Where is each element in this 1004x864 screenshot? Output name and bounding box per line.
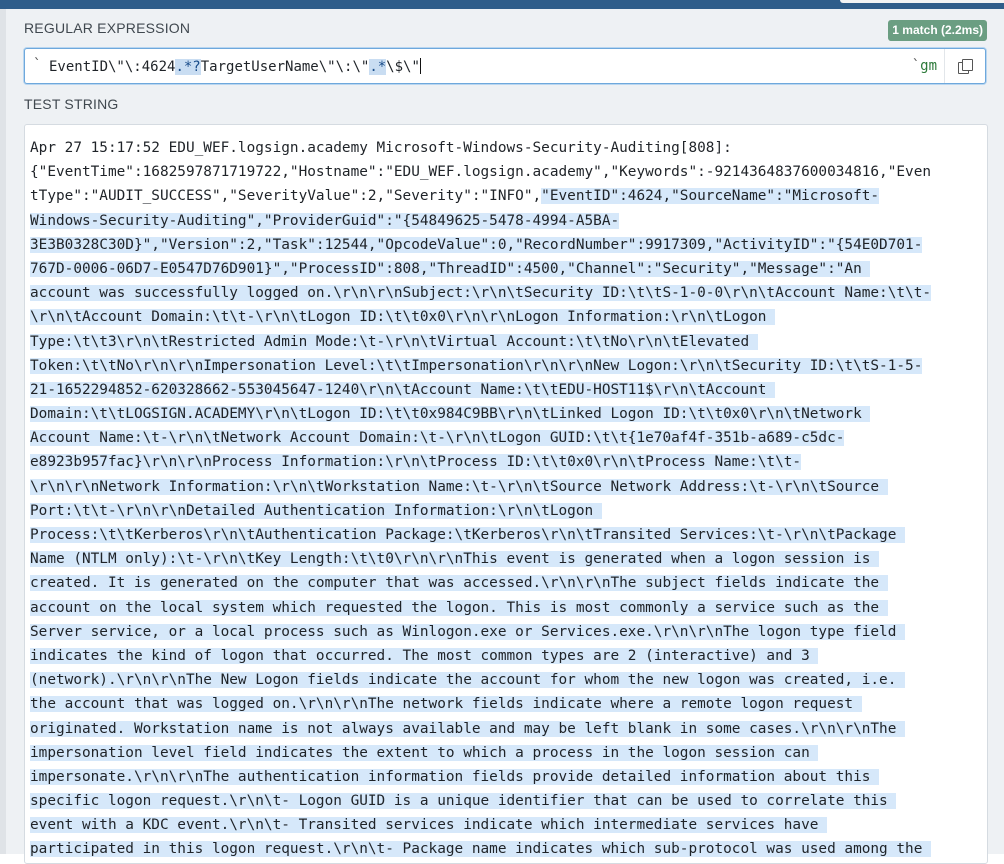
regex-match-highlight: Domain:\t\tLOGSIGN.ACADEMY\r\n\tLogon ID… xyxy=(30,406,871,423)
regex-match-highlight: Windows-Security-Auditing","ProviderGuid… xyxy=(30,212,620,229)
test-string-line: specific logon request.\r\n\t- Logon GUI… xyxy=(30,789,985,813)
regex-match-highlight: Name (NTLM only):\t-\r\n\tKey Length:\t\… xyxy=(30,551,880,568)
test-string-text: tType":"AUDIT_SUCCESS","SeverityValue":2… xyxy=(30,188,542,205)
test-string-line: e8923b957fac}\r\n\r\nProcess Information… xyxy=(30,450,985,474)
test-string-line: the account that was logged on.\r\n\r\nT… xyxy=(30,692,985,716)
regex-quantifier-token: .* xyxy=(369,59,387,75)
test-string-line: created. It is generated on the computer… xyxy=(30,571,985,595)
test-string-line: Windows-Security-Auditing","ProviderGuid… xyxy=(30,209,985,233)
test-string-line: \r\n\tAccount Domain:\t\t-\r\n\tLogon ID… xyxy=(30,305,985,329)
regex-match-highlight: Type:\t\t3\r\n\tRestricted Admin Mode:\t… xyxy=(30,333,758,350)
test-string-line: Process:\t\tKerberos\r\n\tAuthentication… xyxy=(30,523,985,547)
match-info-badge[interactable]: 1 match (2.2ms) xyxy=(888,20,987,41)
test-string-line: Token:\t\tNo\r\n\r\nImpersonation Level:… xyxy=(30,354,985,378)
regex-match-highlight: the account that was logged on.\r\n\r\nT… xyxy=(30,696,862,713)
test-string-line: participated in this logon request.\r\n\… xyxy=(30,837,985,861)
test-string-line: account was successfully logged on.\r\n\… xyxy=(30,281,985,305)
test-string-line: account on the local system which reques… xyxy=(30,596,985,620)
regex-pattern-text[interactable]: EventID\"\:4624.*?TargetUserName\"\:\".*… xyxy=(49,58,421,75)
regex-match-highlight: participated in this logon request.\r\n\… xyxy=(30,841,932,858)
text-caret xyxy=(419,58,421,74)
regex-literal-token: \$\" xyxy=(386,59,420,75)
copy-icon xyxy=(958,59,973,74)
regex-match-highlight: Server service, or a local process such … xyxy=(30,623,906,640)
test-string-line: 21-1652294852-620328662-553045647-1240\r… xyxy=(30,378,985,402)
test-string-line: {"EventTime":1682597871719722,"Hostname"… xyxy=(30,160,985,184)
regex-match-highlight: 3E3B0328C30D}","Version":2,"Task":12544,… xyxy=(30,236,923,253)
regex-match-highlight: "EventID":4624,"SourceName":"Microsoft- xyxy=(541,188,880,205)
regex-match-highlight: indicates the kind of logon that occurre… xyxy=(30,647,819,664)
top-bar-tab[interactable] xyxy=(840,0,1004,3)
test-string-line: 3E3B0328C30D}","Version":2,"Task":12544,… xyxy=(30,233,985,257)
regex-match-highlight: event with a KDC event.\r\n\t- Transited… xyxy=(30,817,828,834)
test-string-content[interactable]: Apr 27 15:17:52 EDU_WEF.logsign.academy … xyxy=(30,136,985,862)
regex-input[interactable]: ` EventID\"\:4624.*?TargetUserName\"\:\"… xyxy=(24,48,986,84)
regex-match-highlight: Port:\t\t-\r\n\r\nDetailed Authenticatio… xyxy=(30,502,602,519)
copy-regex-button[interactable] xyxy=(944,49,985,83)
test-string-line: Type:\t\t3\r\n\tRestricted Admin Mode:\t… xyxy=(30,330,985,354)
regex-match-highlight: e8923b957fac}\r\n\r\nProcess Information… xyxy=(30,454,802,471)
regex-literal-token: TargetUserName\"\:\" xyxy=(200,59,370,75)
test-string-line: tType":"AUDIT_SUCCESS","SeverityValue":2… xyxy=(30,184,985,208)
regex-match-highlight: \r\n\r\nNetwork Information:\r\n\tWorkst… xyxy=(30,478,888,495)
regex-match-highlight: 767D-0006-06D7-E0547D76D901}","ProcessID… xyxy=(30,260,871,277)
top-navigation-bar xyxy=(0,0,1004,9)
regex-literal-token: EventID\"\:4624 xyxy=(49,59,176,75)
test-string-line: impersonation level field indicates the … xyxy=(30,741,985,765)
regex-section-label: REGULAR EXPRESSION xyxy=(24,20,191,36)
test-string-line: Port:\t\t-\r\n\r\nDetailed Authenticatio… xyxy=(30,499,985,523)
test-string-line: Domain:\t\tLOGSIGN.ACADEMY\r\n\tLogon ID… xyxy=(30,402,985,426)
regex-match-highlight: \r\n\tAccount Domain:\t\t-\r\n\tLogon ID… xyxy=(30,309,776,326)
regex-delimiter-open: ` xyxy=(33,57,42,73)
regex-match-highlight: impersonate.\r\n\r\nThe authentication i… xyxy=(30,768,880,785)
regex-match-highlight: impersonation level field indicates the … xyxy=(30,744,819,761)
test-string-editor[interactable]: Apr 27 15:17:52 EDU_WEF.logsign.academy … xyxy=(24,124,988,864)
test-string-line: Name (NTLM only):\t-\r\n\tKey Length:\t\… xyxy=(30,547,985,571)
regex-quantifier-token: .*? xyxy=(175,59,201,75)
regex-match-highlight: account was successfully logged on.\r\n\… xyxy=(30,285,932,302)
test-string-line: Account Name:\t-\r\n\tNetwork Account Do… xyxy=(30,426,985,450)
test-string-line: \r\n\r\nNetwork Information:\r\n\tWorkst… xyxy=(30,475,985,499)
test-string-line: event with a KDC event.\r\n\t- Transited… xyxy=(30,813,985,837)
test-string-line: 767D-0006-06D7-E0547D76D901}","ProcessID… xyxy=(30,257,985,281)
regex-match-highlight: Token:\t\tNo\r\n\r\nImpersonation Level:… xyxy=(30,357,923,374)
left-panel-edge xyxy=(0,9,6,854)
test-string-text: Apr 27 15:17:52 EDU_WEF.logsign.academy … xyxy=(30,140,741,156)
regex-match-highlight: specific logon request.\r\n\t- Logon GUI… xyxy=(30,793,897,810)
test-string-line: indicates the kind of logon that occurre… xyxy=(30,644,985,668)
regex-match-highlight: (network).\r\n\r\nThe New Logon fields i… xyxy=(30,672,906,689)
regex-match-highlight: account on the local system which reques… xyxy=(30,599,888,616)
test-string-line: originated. Workstation name is not alwa… xyxy=(30,717,985,741)
regex-flags[interactable]: `gm xyxy=(912,58,937,74)
test-string-text: {"EventTime":1682597871719722,"Hostname"… xyxy=(30,164,932,181)
regex-match-highlight: created. It is generated on the computer… xyxy=(30,575,888,592)
regex-flags-value[interactable]: gm xyxy=(920,58,937,74)
test-string-line: Server service, or a local process such … xyxy=(30,620,985,644)
regex-match-highlight: Account Name:\t-\r\n\tNetwork Account Do… xyxy=(30,430,845,447)
test-string-line: (network).\r\n\r\nThe New Logon fields i… xyxy=(30,668,985,692)
test-string-line: impersonate.\r\n\r\nThe authentication i… xyxy=(30,765,985,789)
test-string-section-label: TEST STRING xyxy=(24,96,119,112)
regex-match-highlight: 21-1652294852-620328662-553045647-1240\r… xyxy=(30,381,776,398)
regex-match-highlight: Process:\t\tKerberos\r\n\tAuthentication… xyxy=(30,527,906,543)
test-string-line: Apr 27 15:17:52 EDU_WEF.logsign.academy … xyxy=(30,136,985,160)
regex-match-highlight: originated. Workstation name is not alwa… xyxy=(30,720,906,737)
regex-delimiter-close: ` xyxy=(911,58,921,74)
